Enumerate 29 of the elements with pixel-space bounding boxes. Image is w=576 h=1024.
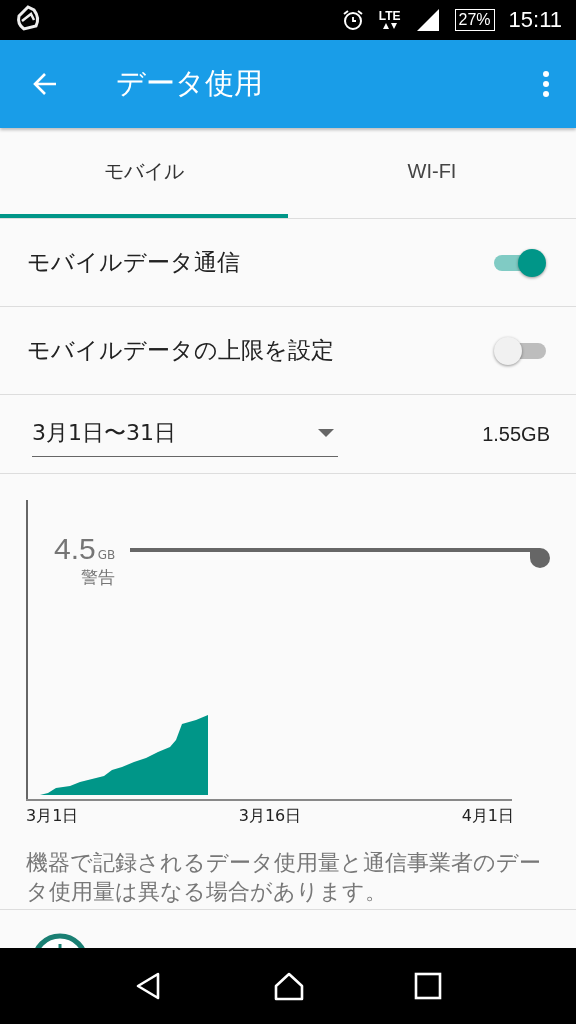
axis-label: 3月1日 (26, 806, 79, 827)
tab[interactable]: モバイル (0, 128, 288, 218)
battery-level: 27% (458, 11, 491, 29)
home-icon (273, 971, 305, 1001)
warning-label: 警告 (81, 566, 116, 589)
cycle-dropdown[interactable]: 3月1日〜31日 (32, 411, 338, 457)
axis-label: 3月16日 (238, 806, 302, 827)
setting-label: モバイルデータの上限を設定 (27, 336, 334, 365)
warning-line[interactable] (130, 548, 550, 568)
recents-icon (413, 972, 442, 1000)
screen-title: データ使用 (116, 65, 264, 102)
dropdown-caret-icon (318, 428, 334, 437)
warning-value: 4.5 (54, 532, 96, 565)
warning-unit: GB (97, 548, 116, 562)
clock-time: 15:11 (508, 7, 562, 33)
setting-label: モバイルデータ通信 (27, 248, 240, 277)
back-arrow-icon (32, 71, 58, 97)
network-type: LTE (378, 10, 401, 22)
axis-label: 4月1日 (461, 806, 514, 827)
more-icon (542, 70, 550, 98)
app-logo-icon (14, 4, 42, 32)
data-arrows-icon (381, 22, 398, 30)
disclaimer-text: 機器で記録されるデータ使用量と通信事業者のデータ使用量は異なる場合があります。 (0, 844, 576, 910)
back-button[interactable] (32, 71, 58, 97)
tab[interactable]: WI-FI (288, 128, 576, 218)
toggle-switch[interactable] (494, 247, 546, 278)
usage-total: 1.55GB (482, 422, 550, 446)
more-button[interactable] (542, 70, 550, 98)
toggle-switch[interactable] (494, 335, 546, 366)
